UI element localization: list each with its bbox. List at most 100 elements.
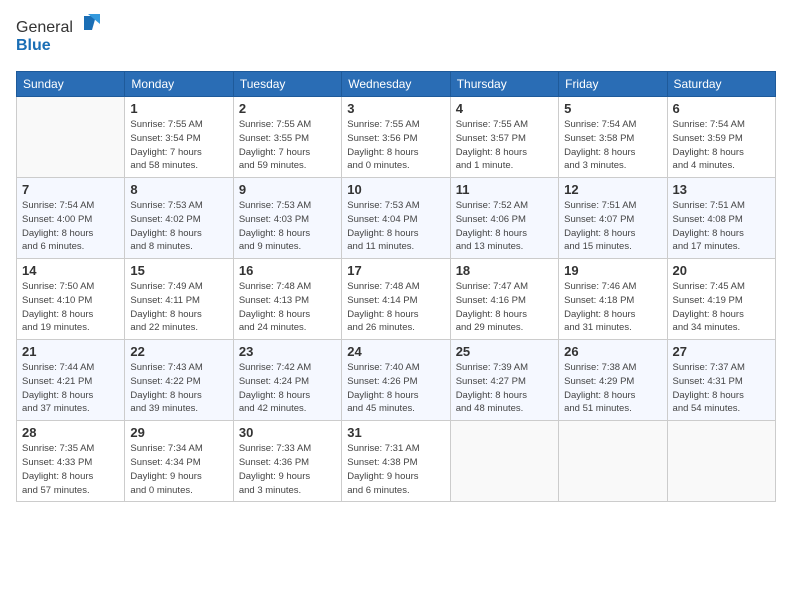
day-number: 4 xyxy=(456,101,553,116)
day-info: Sunrise: 7:44 AMSunset: 4:21 PMDaylight:… xyxy=(22,361,119,416)
calendar-cell xyxy=(667,421,775,502)
day-number: 22 xyxy=(130,344,227,359)
day-info: Sunrise: 7:55 AMSunset: 3:55 PMDaylight:… xyxy=(239,118,336,173)
day-info: Sunrise: 7:50 AMSunset: 4:10 PMDaylight:… xyxy=(22,280,119,335)
day-number: 7 xyxy=(22,182,119,197)
calendar-cell: 12 Sunrise: 7:51 AMSunset: 4:07 PMDayligh… xyxy=(559,178,667,259)
day-info: Sunrise: 7:53 AMSunset: 4:02 PMDaylight:… xyxy=(130,199,227,254)
day-number: 16 xyxy=(239,263,336,278)
calendar-cell: 24 Sunrise: 7:40 AMSunset: 4:26 PMDayligh… xyxy=(342,340,450,421)
calendar-cell: 10 Sunrise: 7:53 AMSunset: 4:04 PMDayligh… xyxy=(342,178,450,259)
day-info: Sunrise: 7:31 AMSunset: 4:38 PMDaylight:… xyxy=(347,442,444,497)
page-container: General Blue SundayMondayTuesdayWednesda… xyxy=(0,0,792,510)
logo-svg: General Blue xyxy=(16,12,126,58)
day-info: Sunrise: 7:40 AMSunset: 4:26 PMDaylight:… xyxy=(347,361,444,416)
day-header-wednesday: Wednesday xyxy=(342,72,450,97)
day-info: Sunrise: 7:43 AMSunset: 4:22 PMDaylight:… xyxy=(130,361,227,416)
calendar-cell: 18Sunrise: 7:47 AMSunset: 4:16 PMDayligh… xyxy=(450,259,558,340)
calendar-table: SundayMondayTuesdayWednesdayThursdayFrid… xyxy=(16,71,776,502)
calendar-cell: 23 Sunrise: 7:42 AMSunset: 4:24 PMDayligh… xyxy=(233,340,341,421)
calendar-cell: 5 Sunrise: 7:54 AMSunset: 3:58 PMDaylight… xyxy=(559,97,667,178)
day-info: Sunrise: 7:55 AMSunset: 3:56 PMDaylight:… xyxy=(347,118,444,173)
day-header-friday: Friday xyxy=(559,72,667,97)
week-row-3: 14 Sunrise: 7:50 AMSunset: 4:10 PMDayligh… xyxy=(17,259,776,340)
svg-text:General: General xyxy=(16,19,73,36)
day-number: 20 xyxy=(673,263,770,278)
calendar-cell: 9Sunrise: 7:53 AMSunset: 4:03 PMDaylight… xyxy=(233,178,341,259)
day-number: 13 xyxy=(673,182,770,197)
day-number: 8 xyxy=(130,182,227,197)
calendar-cell: 31 Sunrise: 7:31 AMSunset: 4:38 PMDayligh… xyxy=(342,421,450,502)
day-number: 10 xyxy=(347,182,444,197)
day-info: Sunrise: 7:35 AMSunset: 4:33 PMDaylight:… xyxy=(22,442,119,497)
calendar-cell: 13Sunrise: 7:51 AMSunset: 4:08 PMDayligh… xyxy=(667,178,775,259)
day-info: Sunrise: 7:48 AMSunset: 4:13 PMDaylight:… xyxy=(239,280,336,335)
day-number: 29 xyxy=(130,425,227,440)
day-number: 26 xyxy=(564,344,661,359)
day-info: Sunrise: 7:53 AMSunset: 4:04 PMDaylight:… xyxy=(347,199,444,254)
calendar-cell: 28Sunrise: 7:35 AMSunset: 4:33 PMDayligh… xyxy=(17,421,125,502)
day-info: Sunrise: 7:33 AMSunset: 4:36 PMDaylight:… xyxy=(239,442,336,497)
calendar-cell xyxy=(17,97,125,178)
calendar-cell: 25Sunrise: 7:39 AMSunset: 4:27 PMDayligh… xyxy=(450,340,558,421)
calendar-cell: 4 Sunrise: 7:55 AMSunset: 3:57 PMDaylight… xyxy=(450,97,558,178)
calendar-cell: 29 Sunrise: 7:34 AMSunset: 4:34 PMDayligh… xyxy=(125,421,233,502)
week-row-4: 21Sunrise: 7:44 AMSunset: 4:21 PMDayligh… xyxy=(17,340,776,421)
calendar-cell xyxy=(450,421,558,502)
calendar-cell: 8 Sunrise: 7:53 AMSunset: 4:02 PMDaylight… xyxy=(125,178,233,259)
calendar-cell: 27 Sunrise: 7:37 AMSunset: 4:31 PMDayligh… xyxy=(667,340,775,421)
day-info: Sunrise: 7:52 AMSunset: 4:06 PMDaylight:… xyxy=(456,199,553,254)
day-number: 17 xyxy=(347,263,444,278)
day-number: 3 xyxy=(347,101,444,116)
calendar-cell: 7 Sunrise: 7:54 AMSunset: 4:00 PMDaylight… xyxy=(17,178,125,259)
day-header-sunday: Sunday xyxy=(17,72,125,97)
day-info: Sunrise: 7:46 AMSunset: 4:18 PMDaylight:… xyxy=(564,280,661,335)
day-header-monday: Monday xyxy=(125,72,233,97)
calendar-cell: 2 Sunrise: 7:55 AMSunset: 3:55 PMDaylight… xyxy=(233,97,341,178)
day-number: 5 xyxy=(564,101,661,116)
day-header-thursday: Thursday xyxy=(450,72,558,97)
day-info: Sunrise: 7:34 AMSunset: 4:34 PMDaylight:… xyxy=(130,442,227,497)
calendar-cell: 19Sunrise: 7:46 AMSunset: 4:18 PMDayligh… xyxy=(559,259,667,340)
day-number: 14 xyxy=(22,263,119,278)
week-row-2: 7 Sunrise: 7:54 AMSunset: 4:00 PMDaylight… xyxy=(17,178,776,259)
calendar-cell: 20 Sunrise: 7:45 AMSunset: 4:19 PMDayligh… xyxy=(667,259,775,340)
day-number: 11 xyxy=(456,182,553,197)
day-header-tuesday: Tuesday xyxy=(233,72,341,97)
calendar-cell: 21Sunrise: 7:44 AMSunset: 4:21 PMDayligh… xyxy=(17,340,125,421)
svg-text:Blue: Blue xyxy=(16,37,51,54)
calendar-cell: 26 Sunrise: 7:38 AMSunset: 4:29 PMDayligh… xyxy=(559,340,667,421)
day-info: Sunrise: 7:47 AMSunset: 4:16 PMDaylight:… xyxy=(456,280,553,335)
day-info: Sunrise: 7:38 AMSunset: 4:29 PMDaylight:… xyxy=(564,361,661,416)
day-info: Sunrise: 7:48 AMSunset: 4:14 PMDaylight:… xyxy=(347,280,444,335)
day-info: Sunrise: 7:55 AMSunset: 3:54 PMDaylight:… xyxy=(130,118,227,173)
day-number: 24 xyxy=(347,344,444,359)
week-row-1: 1Sunrise: 7:55 AMSunset: 3:54 PMDaylight… xyxy=(17,97,776,178)
day-info: Sunrise: 7:54 AMSunset: 4:00 PMDaylight:… xyxy=(22,199,119,254)
logo: General Blue xyxy=(16,12,126,63)
calendar-cell: 22 Sunrise: 7:43 AMSunset: 4:22 PMDayligh… xyxy=(125,340,233,421)
week-row-5: 28Sunrise: 7:35 AMSunset: 4:33 PMDayligh… xyxy=(17,421,776,502)
calendar-cell: 16 Sunrise: 7:48 AMSunset: 4:13 PMDayligh… xyxy=(233,259,341,340)
day-info: Sunrise: 7:51 AMSunset: 4:07 PMDaylight:… xyxy=(564,199,661,254)
calendar-cell xyxy=(559,421,667,502)
day-number: 23 xyxy=(239,344,336,359)
day-info: Sunrise: 7:37 AMSunset: 4:31 PMDaylight:… xyxy=(673,361,770,416)
day-info: Sunrise: 7:45 AMSunset: 4:19 PMDaylight:… xyxy=(673,280,770,335)
calendar-cell: 15Sunrise: 7:49 AMSunset: 4:11 PMDayligh… xyxy=(125,259,233,340)
day-number: 27 xyxy=(673,344,770,359)
day-number: 12 xyxy=(564,182,661,197)
day-number: 25 xyxy=(456,344,553,359)
day-info: Sunrise: 7:54 AMSunset: 3:58 PMDaylight:… xyxy=(564,118,661,173)
header: General Blue xyxy=(16,12,776,63)
day-number: 15 xyxy=(130,263,227,278)
day-info: Sunrise: 7:55 AMSunset: 3:57 PMDaylight:… xyxy=(456,118,553,173)
day-number: 2 xyxy=(239,101,336,116)
calendar-cell: 6Sunrise: 7:54 AMSunset: 3:59 PMDaylight… xyxy=(667,97,775,178)
day-info: Sunrise: 7:42 AMSunset: 4:24 PMDaylight:… xyxy=(239,361,336,416)
calendar-cell: 11 Sunrise: 7:52 AMSunset: 4:06 PMDayligh… xyxy=(450,178,558,259)
calendar-cell: 17 Sunrise: 7:48 AMSunset: 4:14 PMDayligh… xyxy=(342,259,450,340)
day-number: 31 xyxy=(347,425,444,440)
header-row: SundayMondayTuesdayWednesdayThursdayFrid… xyxy=(17,72,776,97)
day-number: 30 xyxy=(239,425,336,440)
